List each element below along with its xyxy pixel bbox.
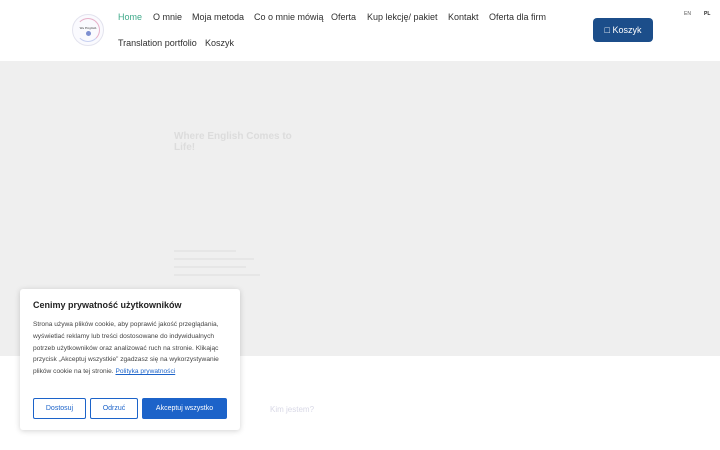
hero-text-placeholder-line (174, 258, 254, 260)
language-en[interactable]: EN (684, 11, 691, 17)
nav-item-kontakt[interactable]: Kontakt (448, 12, 479, 23)
accept-all-button[interactable]: Akceptuj wszystko (142, 398, 227, 419)
nav-item-home[interactable]: Home (118, 12, 142, 23)
site-logo[interactable]: We English (72, 14, 104, 46)
hero-title: Where English Comes to Life! (174, 131, 292, 153)
logo-wordmark: We English (79, 26, 97, 30)
logo-arc-shape (76, 18, 100, 42)
hero-text-placeholder-line (174, 250, 236, 252)
cart-button[interactable]: □ Koszyk (593, 18, 653, 42)
nav-item-translation-portfolio[interactable]: Translation portfolio (118, 38, 197, 49)
nav-item-koszyk[interactable]: Koszyk (205, 38, 234, 49)
nav-item-kup-lekcje[interactable]: Kup lekcję/ pakiet (367, 12, 438, 23)
site-header: We English Home O mnie Moja metoda Co o … (0, 0, 720, 61)
reject-button[interactable]: Odrzuć (90, 398, 138, 419)
nav-item-o-mnie[interactable]: O mnie (153, 12, 182, 23)
cart-button-label: Koszyk (609, 25, 642, 35)
hero-text-placeholder-line (174, 266, 246, 268)
nav-item-moja-metoda[interactable]: Moja metoda (192, 12, 244, 23)
about-heading: Kim jestem? (270, 405, 315, 414)
nav-item-co-o-mnie-mowia[interactable]: Co o mnie mówią (254, 12, 324, 23)
customize-button[interactable]: Dostosuj (33, 398, 86, 419)
nav-item-oferta-dla-firm[interactable]: Oferta dla firm (489, 12, 546, 23)
cookie-title: Cenimy prywatność użytkowników (33, 300, 182, 310)
nav-item-oferta[interactable]: Oferta (331, 12, 356, 23)
hero-text-placeholder-line (174, 274, 260, 276)
globe-icon (86, 31, 91, 36)
language-pl[interactable]: PL (704, 11, 710, 17)
cookie-text-block: Strona używa plików cookie, aby poprawić… (33, 319, 233, 378)
cookie-consent-banner: Cenimy prywatność użytkowników Strona uż… (20, 289, 240, 430)
privacy-policy-link[interactable]: Polityka prywatności (115, 368, 175, 375)
